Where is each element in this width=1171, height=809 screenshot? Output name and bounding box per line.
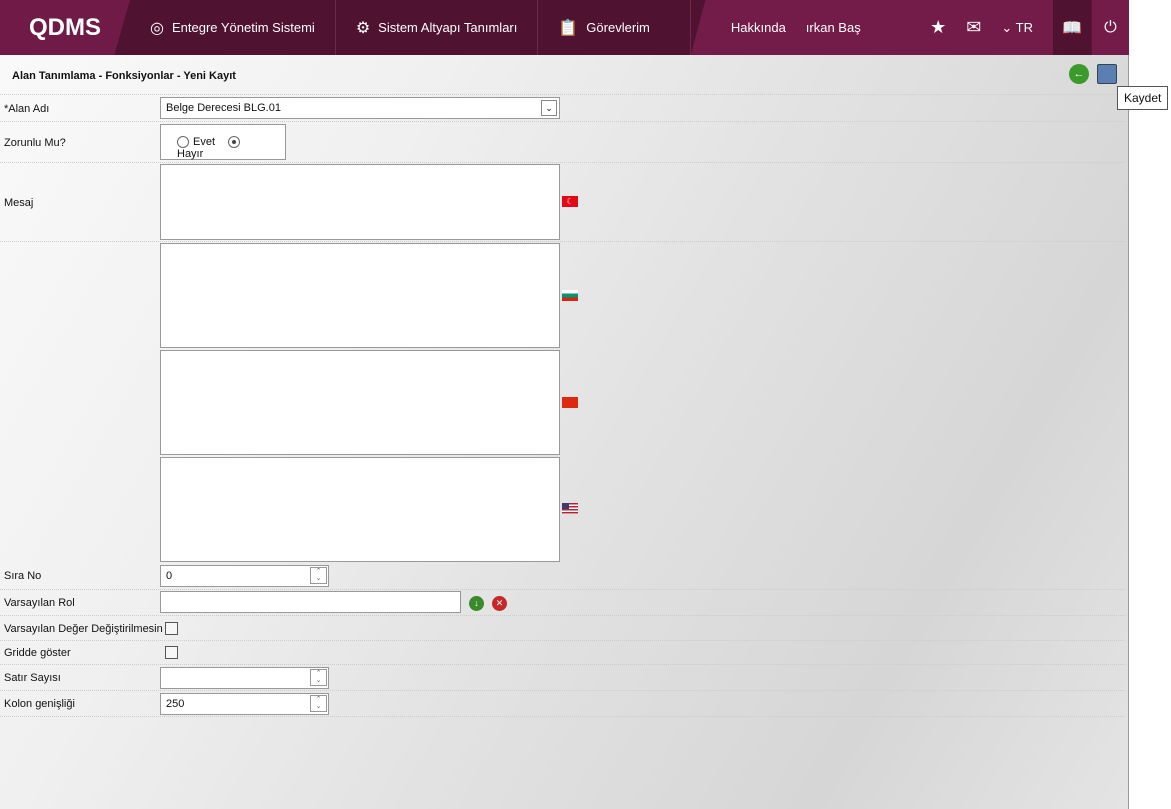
power-icon[interactable]: ⏻ [1091, 0, 1129, 55]
gridde-label: Gridde göster [4, 647, 71, 659]
chevron-down-icon[interactable]: ⌄ [541, 100, 557, 116]
language-label: TR [1015, 19, 1033, 35]
page-title: Alan Tanımlama - Fonksiyonlar - Yeni Kay… [12, 70, 236, 82]
kolon-value: 250 [166, 698, 185, 710]
nav-label: Sistem Altyapı Tanımları [378, 20, 518, 35]
sira-no-label: Sıra No [4, 570, 42, 582]
flag-us-icon [562, 503, 578, 514]
alan-adi-label: *Alan Adı [4, 103, 50, 115]
nav-label: Görevlerim [586, 20, 650, 35]
flag-cn-icon [562, 397, 578, 408]
about-link[interactable]: Hakkında [731, 20, 786, 35]
flag-tr-icon: ☾ [562, 196, 578, 207]
satir-input[interactable]: ⌃ ⌄ [160, 667, 329, 689]
nav-gorevlerim[interactable]: 📋 Görevlerim [538, 0, 691, 55]
gridde-checkbox[interactable] [165, 646, 178, 659]
mesaj-en-textarea[interactable] [160, 457, 560, 562]
nav-sistem[interactable]: ⚙ Sistem Altyapı Tanımları [336, 0, 539, 55]
mesaj-bg-textarea[interactable] [160, 243, 560, 348]
varsayilan-rol-label: Varsayılan Rol [4, 597, 75, 609]
alan-adi-select[interactable]: Belge Derecesi BLG.01 ⌄ [160, 97, 560, 119]
degistirilmesin-label: Varsayılan Değer Değiştirilmesin [4, 623, 163, 635]
user-name[interactable]: ırkan Baş [806, 20, 861, 35]
mesaj-cn-textarea[interactable] [160, 350, 560, 455]
user-area: Hakkında ırkan Baş ★ ✉ ⌄ TR [690, 0, 1053, 55]
mesaj-tr-textarea[interactable] [160, 164, 560, 240]
nav-entegre[interactable]: ◎ Entegre Yönetim Sistemi [130, 0, 336, 55]
nav-label: Entegre Yönetim Sistemi [171, 20, 315, 35]
satir-label: Satır Sayısı [4, 672, 61, 684]
manual-icon[interactable]: 📖 [1053, 0, 1091, 55]
varsayilan-rol-input[interactable] [160, 591, 461, 613]
radio-label: Hayır [177, 148, 204, 161]
radio-label: Evet [193, 136, 216, 148]
degistirilmesin-checkbox[interactable] [165, 622, 178, 635]
gear-icon: ⚙ [355, 19, 371, 37]
select-role-button[interactable]: ↓ [469, 596, 484, 611]
save-tooltip: Kaydet [1117, 86, 1169, 110]
back-button[interactable]: ← [1069, 64, 1089, 84]
clear-role-button[interactable]: ✕ [492, 596, 507, 611]
app: QDMS ◎ Entegre Yönetim Sistemi ⚙ Sistem Al… [0, 0, 1129, 809]
mail-icon[interactable]: ✉ [966, 17, 981, 38]
spinner[interactable]: ⌃ ⌄ [310, 695, 327, 712]
mesaj-label: Mesaj [4, 197, 34, 209]
alan-adi-value: Belge Derecesi BLG.01 [166, 102, 281, 114]
logo[interactable]: QDMS [0, 0, 130, 55]
zorunlu-radio-group: Evet Hayır [160, 124, 286, 160]
language-select[interactable]: ⌄ TR [1001, 20, 1033, 36]
star-icon[interactable]: ★ [930, 17, 946, 38]
kolon-label: Kolon genişliği [4, 698, 75, 710]
top-nav: QDMS ◎ Entegre Yönetim Sistemi ⚙ Sistem Al… [0, 0, 1129, 55]
sira-no-value: 0 [166, 570, 173, 582]
spinner[interactable]: ⌃ ⌄ [310, 567, 327, 584]
q-icon: ◎ [150, 19, 164, 37]
flag-bg-icon [562, 290, 578, 301]
radio-evet[interactable]: Evet [177, 136, 216, 149]
sira-no-input[interactable]: 0 ⌃ ⌄ [160, 565, 329, 587]
zorunlu-label: Zorunlu Mu? [4, 137, 66, 149]
spinner[interactable]: ⌃ ⌄ [310, 669, 327, 686]
save-button[interactable] [1097, 64, 1117, 84]
clipboard-icon: 📋 [558, 19, 579, 37]
kolon-input[interactable]: 250 ⌃ ⌄ [160, 693, 329, 715]
